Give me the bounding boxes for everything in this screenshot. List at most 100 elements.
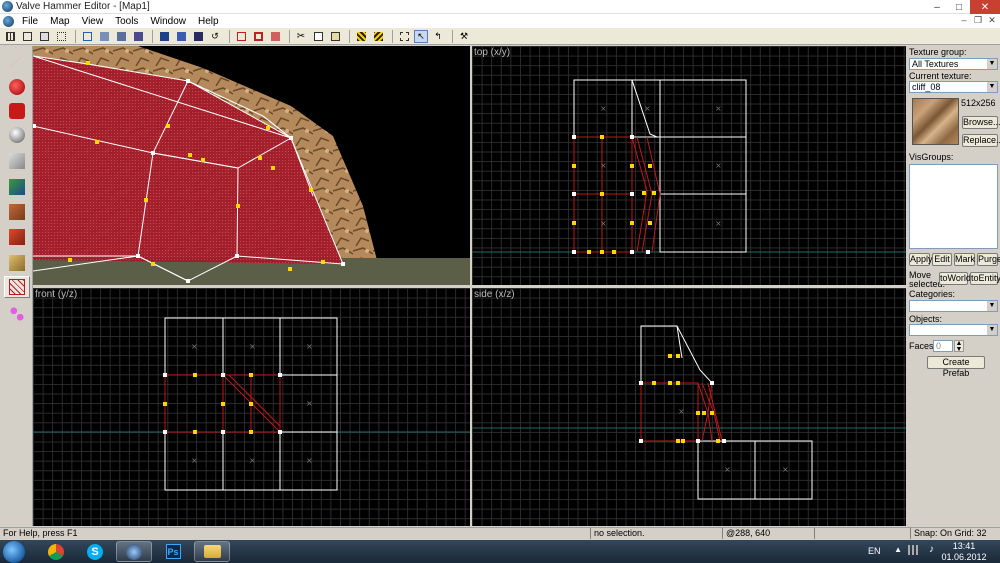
close-button[interactable]: ✕ (970, 0, 1000, 14)
menu-file[interactable]: File (16, 16, 44, 27)
ignore-grouping-button[interactable] (354, 30, 368, 43)
grid-toggle-button[interactable] (3, 30, 17, 43)
cut-button[interactable]: ✂ (294, 30, 308, 43)
apply-current-texture-tool[interactable] (4, 201, 30, 223)
block-tool[interactable] (4, 150, 30, 172)
menu-help[interactable]: Help (192, 16, 225, 27)
faces-input[interactable]: 0 (933, 340, 953, 352)
viewport-splitter-horizontal[interactable] (33, 285, 906, 288)
svg-text:×: × (715, 161, 722, 170)
top-viewport[interactable]: top (x/y) × × × × × × × (472, 46, 906, 285)
run-map-button[interactable]: ⚒ (457, 30, 471, 43)
tie-entity-button[interactable] (268, 30, 282, 43)
grid-larger-button[interactable] (37, 30, 51, 43)
minimize-button[interactable]: – (926, 0, 948, 14)
paste-icon (330, 31, 340, 41)
svg-text:×: × (782, 465, 789, 474)
mark-visgroup-button[interactable]: Mark (954, 253, 975, 266)
menu-map[interactable]: Map (44, 16, 75, 27)
undo-button[interactable]: ↺ (208, 30, 222, 43)
maximize-button[interactable]: □ (948, 0, 970, 14)
svg-text:×: × (306, 399, 313, 408)
3d-grid-button[interactable] (54, 30, 68, 43)
taskbar-hammer[interactable] (116, 541, 152, 562)
replace-button[interactable]: Replace... (962, 134, 1000, 147)
textured-button[interactable] (114, 30, 128, 43)
taskbar-chrome[interactable] (38, 541, 74, 562)
grid-minus-icon (22, 31, 32, 41)
language-indicator[interactable]: EN (868, 546, 888, 556)
lightmap-button[interactable] (131, 30, 145, 43)
title-bar: Valve Hammer Editor - [Map1] – □ ✕ (0, 0, 1000, 14)
menu-window[interactable]: Window (144, 16, 192, 27)
texture-lock-button[interactable] (371, 30, 385, 43)
front-viewport[interactable]: front (y/z) × × × × × × × (33, 288, 470, 526)
main-toolbar: ↺ ✂ ↖ ↰ ⚒ (0, 28, 1000, 45)
tray-up-arrow-icon[interactable]: ▲ (894, 545, 902, 554)
front-view-geometry: × × × × × × × (33, 317, 470, 491)
toolbar-separator (229, 29, 230, 43)
create-prefab-button[interactable]: Create Prefab (927, 356, 985, 378)
status-snap: Snap: On Grid: 32 (910, 528, 1000, 539)
magnify-tool[interactable] (4, 76, 30, 98)
path-tool[interactable] (4, 303, 30, 325)
camera-viewport[interactable] (33, 46, 470, 285)
grid-icon (5, 31, 15, 41)
ungroup-button[interactable] (174, 30, 188, 43)
textured-icon (116, 31, 126, 41)
decal-tool[interactable] (4, 226, 30, 248)
side-viewport[interactable]: side (x/z) × × × (472, 288, 906, 526)
apply-visgroup-button[interactable]: Apply (909, 253, 933, 266)
hollow-button[interactable] (251, 30, 265, 43)
wireframe-button[interactable] (80, 30, 94, 43)
grid-smaller-button[interactable] (20, 30, 34, 43)
menu-tools[interactable]: Tools (109, 16, 144, 27)
purge-visgroup-button[interactable]: Purge (977, 253, 1000, 266)
front-vertex-handles[interactable] (163, 373, 253, 434)
current-texture-select[interactable]: cliff_08 ▼ (909, 81, 998, 93)
categories-select[interactable]: ▼ (909, 300, 998, 312)
mdi-restore-button[interactable]: ❐ (972, 14, 984, 26)
texture-application-tool[interactable] (4, 176, 30, 198)
faces-stepper[interactable]: ▲ ▼ (954, 340, 964, 353)
flat-shade-button[interactable] (97, 30, 111, 43)
select-pointer-button[interactable]: ↖ (414, 29, 428, 43)
selection-tool[interactable] (4, 50, 30, 72)
current-texture-label: Current texture: (909, 71, 972, 81)
network-icon[interactable] (908, 545, 918, 555)
visgroups-list[interactable] (909, 164, 998, 249)
camera-tool[interactable] (4, 100, 30, 122)
carve-button[interactable] (234, 30, 248, 43)
vertex-manipulation-tool[interactable] (4, 276, 30, 298)
objects-select[interactable]: ▼ (909, 324, 998, 336)
to-entity-button[interactable]: toEntity (970, 272, 1000, 285)
current-texture-value: cliff_08 (912, 82, 941, 92)
mdi-minimize-button[interactable]: – (958, 14, 970, 26)
entity-report-button[interactable]: ↰ (431, 30, 445, 43)
selection-box-button[interactable] (397, 30, 411, 43)
volume-icon[interactable]: ♪ (929, 544, 934, 555)
taskbar-explorer[interactable] (194, 541, 230, 562)
to-world-button[interactable]: toWorld (939, 272, 971, 285)
hide-button[interactable] (191, 30, 205, 43)
edit-visgroup-button[interactable]: Edit (932, 253, 952, 266)
texture-group-select[interactable]: All Textures ▼ (909, 58, 998, 70)
svg-text:×: × (306, 456, 313, 465)
browse-button[interactable]: Browse... (962, 116, 1000, 129)
taskbar-photoshop[interactable]: Ps (155, 541, 191, 562)
document-icon[interactable] (3, 15, 14, 27)
mdi-close-button[interactable]: ✕ (986, 14, 998, 26)
clock-time[interactable]: 13:41 (942, 541, 986, 551)
copy-button[interactable] (311, 30, 325, 43)
paste-button[interactable] (328, 30, 342, 43)
taskbar-skype[interactable]: S (77, 541, 113, 562)
entity-light-icon (9, 127, 25, 143)
entity-tool[interactable] (4, 124, 30, 146)
menu-view[interactable]: View (76, 16, 110, 27)
tie-icon (270, 31, 280, 41)
group-button[interactable] (157, 30, 171, 43)
start-button[interactable] (3, 541, 25, 563)
status-empty (814, 528, 910, 539)
clock-date[interactable]: 01.06.2012 (938, 552, 990, 562)
clipping-tool[interactable] (4, 252, 30, 274)
